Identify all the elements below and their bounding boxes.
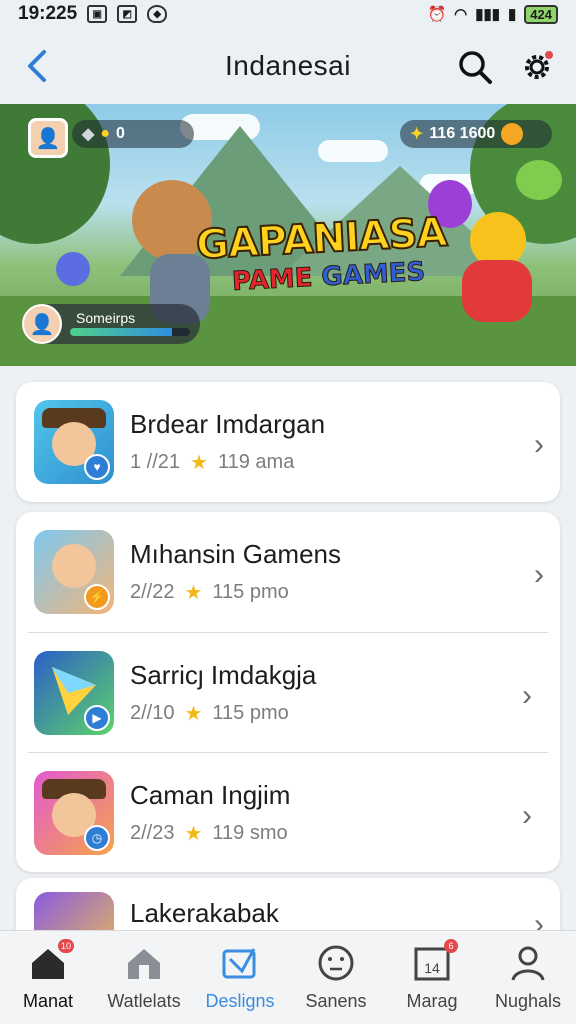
chevron-right-icon: › bbox=[534, 428, 544, 461]
coin-badge-icon bbox=[501, 123, 524, 145]
player-avatar[interactable]: 👤 bbox=[28, 118, 68, 158]
back-button[interactable] bbox=[22, 48, 52, 84]
play-badge-icon: ▶ bbox=[84, 704, 110, 731]
game-rating: 115 pmo bbox=[212, 701, 289, 724]
player-name: Someirps bbox=[76, 310, 136, 326]
game-icon bbox=[34, 892, 114, 930]
game-name: Lakerakabak bbox=[130, 898, 279, 928]
cast-icon: ◩ bbox=[117, 5, 138, 23]
game-icon: ♥ bbox=[34, 400, 114, 484]
gem-icon: ◆ bbox=[82, 126, 95, 143]
game-icon: ▶ bbox=[34, 650, 114, 735]
shield-icon: ◆ bbox=[147, 5, 168, 23]
search-icon bbox=[459, 51, 492, 84]
notification-badge: 10 bbox=[57, 939, 74, 953]
game-name: Mıhansin Gamens bbox=[130, 539, 341, 569]
tab-label: Marag bbox=[406, 991, 458, 1011]
bottom-navigation: 10 Manat Watlelats Desligns Sanens 14 6 … bbox=[0, 930, 576, 1024]
face-icon bbox=[316, 943, 356, 983]
coin-icon: ● bbox=[100, 125, 110, 142]
tab-label: Desligns bbox=[205, 991, 275, 1011]
star-icon: ★ bbox=[190, 452, 208, 474]
game-name: Brdear Imdargan bbox=[130, 409, 326, 439]
notification-icon: ▣ bbox=[87, 5, 108, 23]
game-list: ♥ Brdear Imdargan 1 //21 ★ 119 ama › ⚡ Mıh… bbox=[0, 366, 576, 930]
progress-bar bbox=[70, 328, 190, 336]
calendar-icon: 14 6 bbox=[412, 939, 458, 983]
game-icon: ⚡ bbox=[34, 530, 114, 614]
game-date: 2//23 bbox=[130, 821, 175, 844]
coin-counter-left: ◆ ● 0 bbox=[72, 120, 194, 148]
calendar-day: 14 bbox=[424, 960, 440, 976]
game-card: Lakerakabak › bbox=[16, 878, 560, 930]
search-button[interactable] bbox=[456, 48, 494, 86]
store-icon bbox=[124, 943, 164, 983]
chevron-left-icon bbox=[28, 50, 46, 82]
featured-banner[interactable]: 👤 ◆ ● 0 ✦ 116 1600 GAPANIASA PAME GAMES … bbox=[0, 104, 576, 366]
game-icon: ◷ bbox=[34, 770, 114, 855]
chevron-right-icon: › bbox=[522, 679, 532, 712]
star-icon: ★ bbox=[184, 702, 203, 725]
face bbox=[52, 544, 96, 588]
player-progress[interactable]: 👤 Someirps bbox=[22, 304, 200, 344]
tab-watlelats[interactable]: Watlelats bbox=[96, 931, 192, 1024]
chevron-right-icon: › bbox=[534, 908, 544, 930]
status-bar: 19:225 ▣ ◩ ◆ ⏰ ◠ ▮▮▮ ▮ 424 bbox=[0, 0, 576, 28]
wifi-icon: ◠ bbox=[454, 6, 468, 23]
coin-counter-right: ✦ 116 1600 bbox=[400, 120, 552, 148]
settings-button[interactable] bbox=[518, 48, 556, 86]
list-item[interactable]: ▶ Sarricȷ Imdakgja 2//10 ★ 115 pmo › bbox=[28, 632, 548, 752]
star-icon: ★ bbox=[184, 582, 203, 604]
battery-saver-icon: ▮ bbox=[508, 6, 517, 23]
battery-indicator: 424 bbox=[524, 4, 558, 24]
heart-badge-icon: ♥ bbox=[84, 454, 110, 480]
clock-badge-icon: ◷ bbox=[84, 824, 110, 851]
game-rating: 119 ama bbox=[217, 451, 295, 473]
yellow-character-body bbox=[462, 260, 532, 322]
gear-icon bbox=[525, 51, 553, 79]
notification-badge: 6 bbox=[444, 939, 458, 953]
game-date: 2//22 bbox=[130, 581, 175, 603]
tab-desligns[interactable]: Desligns bbox=[192, 931, 288, 1024]
app-header: Indanesai bbox=[0, 28, 576, 104]
tab-label: Watlelats bbox=[107, 991, 181, 1011]
crystal-creature bbox=[56, 252, 90, 286]
lightning-badge-icon: ⚡ bbox=[84, 584, 110, 610]
tab-label: Sanens bbox=[305, 991, 367, 1011]
player-avatar-small: 👤 bbox=[22, 304, 62, 344]
tab-sanens[interactable]: Sanens bbox=[288, 931, 384, 1024]
alarm-icon: ⏰ bbox=[427, 6, 447, 23]
star-icon: ★ bbox=[184, 822, 203, 845]
chevron-right-icon: › bbox=[522, 799, 532, 832]
gold-coin-icon: ✦ bbox=[410, 126, 424, 143]
game-date: 1 //21 bbox=[130, 451, 181, 473]
progress-bar-fill bbox=[70, 328, 172, 336]
list-item[interactable]: Lakerakabak › bbox=[16, 878, 560, 930]
home-icon: 10 bbox=[28, 939, 74, 983]
designs-icon bbox=[220, 943, 260, 983]
game-date: 2//10 bbox=[130, 701, 175, 724]
game-card-group: ⚡ Mıhansin Gamens 2//22 ★ 115 pmo › ▶ Sarr… bbox=[16, 512, 560, 872]
list-item[interactable]: ◷ Caman Ingjim 2//23 ★ 119 smo › bbox=[28, 752, 548, 872]
tab-nughals[interactable]: Nughals bbox=[480, 931, 576, 1024]
signal-icon: ▮▮▮ bbox=[475, 6, 501, 23]
game-rating: 115 pmo bbox=[212, 581, 289, 603]
game-name: Sarricȷ Imdakgja bbox=[130, 659, 317, 690]
tab-marag[interactable]: 14 6 Marag bbox=[384, 931, 480, 1024]
list-item[interactable]: ⚡ Mıhansin Gamens 2//22 ★ 115 pmo › bbox=[16, 512, 560, 632]
list-item[interactable]: ♥ Brdear Imdargan 1 //21 ★ 119 ama › bbox=[16, 382, 560, 502]
profile-icon bbox=[508, 943, 548, 983]
game-card: ♥ Brdear Imdargan 1 //21 ★ 119 ama › bbox=[16, 382, 560, 502]
status-time: 19:225 bbox=[18, 3, 78, 24]
chevron-right-icon: › bbox=[534, 558, 544, 591]
tab-label: Manat bbox=[22, 991, 74, 1011]
green-creature bbox=[516, 160, 562, 200]
game-rating: 119 smo bbox=[212, 821, 288, 844]
tab-manat[interactable]: 10 Manat bbox=[0, 931, 96, 1024]
game-name: Caman Ingjim bbox=[130, 779, 291, 810]
tab-label: Nughals bbox=[494, 991, 562, 1011]
